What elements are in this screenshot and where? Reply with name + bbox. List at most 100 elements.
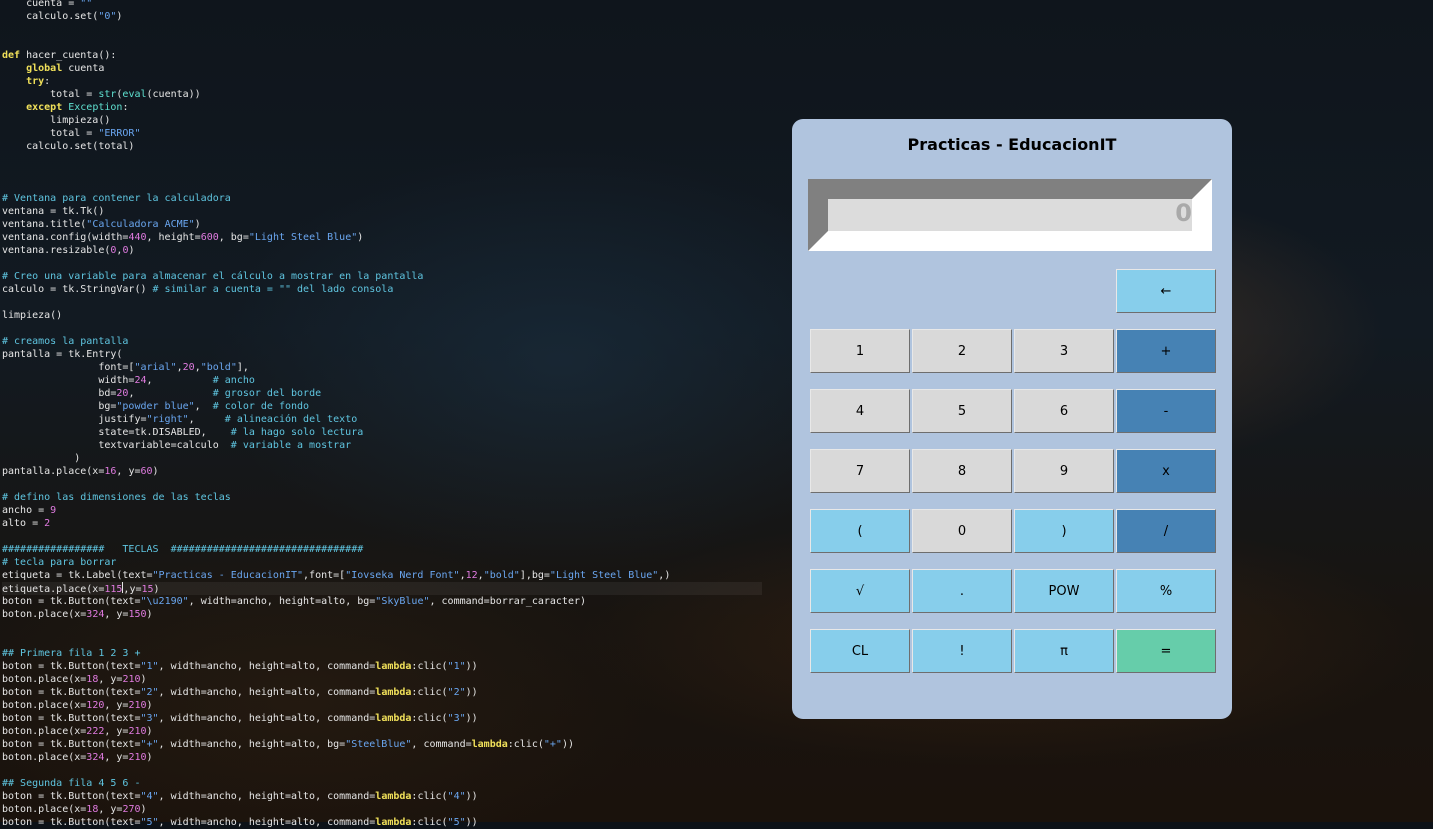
code-token: 210 — [122, 674, 141, 685]
code-token: lambda — [375, 791, 412, 802]
key-7-button[interactable]: 7 — [810, 449, 910, 493]
code-token: ], — [236, 362, 249, 373]
key-clear-button[interactable]: CL — [810, 629, 910, 673]
code-token: "arial" — [134, 362, 177, 373]
code-token: 210 — [128, 700, 147, 711]
key-6-button[interactable]: 6 — [1014, 389, 1114, 433]
calculator-title: Practicas - EducacionIT — [907, 135, 1117, 154]
code-token: 20 — [182, 362, 195, 373]
key-close-paren-button[interactable]: ) — [1014, 509, 1114, 553]
code-line: font=["arial",20,"bold"], — [2, 361, 249, 374]
code-token: ## Segunda fila 4 5 6 - — [2, 778, 141, 789]
key-divide-button[interactable]: / — [1116, 509, 1216, 553]
code-token: 2 — [44, 518, 51, 529]
code-token: state=tk.DISABLED, — [2, 427, 231, 438]
code-token: , width=ancho, height=alto, command= — [158, 791, 376, 802]
code-token: , width=ancho, height=alto, bg= — [188, 596, 376, 607]
key-pi-button[interactable]: π — [1014, 629, 1114, 673]
code-token: cuenta — [62, 63, 105, 74]
code-token: 16 — [104, 466, 117, 477]
code-token: ) — [140, 804, 147, 815]
code-token: "+" — [140, 739, 159, 750]
code-token: , — [128, 388, 213, 399]
key-pow-button[interactable]: POW — [1014, 569, 1114, 613]
code-token: "" — [80, 0, 93, 9]
code-token: )) — [465, 661, 478, 672]
code-token: , width=ancho, height=alto, command= — [158, 713, 376, 724]
code-token: ) — [153, 584, 160, 595]
code-token: eval — [122, 89, 147, 100]
code-token: # Creo una variable para almacenar el cá… — [2, 271, 424, 282]
code-token: 12 — [465, 570, 478, 581]
key-9-button[interactable]: 9 — [1014, 449, 1114, 493]
code-token: ,y= — [123, 584, 142, 595]
code-token: 210 — [128, 726, 147, 737]
code-token: "2" — [447, 687, 466, 698]
code-line: boton = tk.Button(text="\u2190", width=a… — [2, 595, 586, 608]
code-token: 440 — [128, 232, 147, 243]
code-line: calculo.set(total) — [2, 140, 134, 153]
code-token: "Light Steel Blue" — [549, 570, 659, 581]
code-token: ],bg= — [519, 570, 550, 581]
key-4-button[interactable]: 4 — [810, 389, 910, 433]
code-token: ) — [140, 674, 147, 685]
code-line: boton = tk.Button(text="+", width=ancho,… — [2, 738, 574, 751]
code-token: , command=borrar_caracter) — [429, 596, 587, 607]
code-token: boton.place(x= — [2, 804, 87, 815]
key-plus-button[interactable]: + — [1116, 329, 1216, 373]
key-multiply-button[interactable]: x — [1116, 449, 1216, 493]
code-token: ventana = tk.Tk() — [2, 206, 105, 217]
key-open-paren-button[interactable]: ( — [810, 509, 910, 553]
code-token: "2" — [140, 687, 159, 698]
key-factorial-button[interactable]: ! — [912, 629, 1012, 673]
code-token: ################# TECLAS ###############… — [2, 544, 364, 555]
code-token: , y= — [116, 466, 141, 477]
key-2-button[interactable]: 2 — [912, 329, 1012, 373]
key-equals-button[interactable]: = — [1116, 629, 1216, 673]
code-token: "powder blue" — [116, 401, 195, 412]
code-token: :clic( — [411, 713, 448, 724]
code-token: "5" — [447, 817, 466, 828]
code-token: pantalla.place(x= — [2, 466, 105, 477]
code-token: , y= — [104, 700, 129, 711]
code-line: boton.place(x=222, y=210) — [2, 725, 153, 738]
code-token: , width=ancho, height=alto, command= — [158, 687, 376, 698]
code-line: ## Primera fila 1 2 3 + — [2, 647, 140, 660]
code-line: cuenta = "" — [2, 0, 92, 10]
code-token: alto = — [2, 518, 45, 529]
key-sqrt-button[interactable]: √ — [810, 569, 910, 613]
code-token: lambda — [471, 739, 508, 750]
code-token: , width=ancho, height=alto, bg= — [158, 739, 346, 750]
code-line: boton = tk.Button(text="5", width=ancho,… — [2, 816, 478, 829]
code-token: "5" — [140, 817, 159, 828]
code-token: 210 — [128, 752, 147, 763]
code-token: boton = tk.Button(text= — [2, 687, 141, 698]
key-percent-button[interactable]: % — [1116, 569, 1216, 613]
code-token: 600 — [200, 232, 219, 243]
key-8-button[interactable]: 8 — [912, 449, 1012, 493]
code-token: lambda — [375, 713, 412, 724]
code-token: )) — [561, 739, 574, 750]
code-token: boton = tk.Button(text= — [2, 791, 141, 802]
key-0-button[interactable]: 0 — [912, 509, 1012, 553]
code-token: 60 — [140, 466, 153, 477]
key-1-button[interactable]: 1 — [810, 329, 910, 373]
code-token: :clic( — [507, 739, 544, 750]
key-3-button[interactable]: 3 — [1014, 329, 1114, 373]
code-token: ) — [146, 726, 153, 737]
code-token: "1" — [140, 661, 159, 672]
code-line: ## Segunda fila 4 5 6 - — [2, 777, 140, 790]
code-token: font=[ — [2, 362, 135, 373]
key-backspace-button[interactable]: ← — [1116, 269, 1216, 313]
key-5-button[interactable]: 5 — [912, 389, 1012, 433]
code-token: global — [26, 63, 63, 74]
code-editor[interactable]: cuenta = "" calculo.set("0") def hacer_cu… — [0, 0, 780, 828]
code-line: limpieza() — [2, 114, 110, 127]
code-line: boton.place(x=324, y=150) — [2, 608, 153, 621]
key-decimal-button[interactable]: . — [912, 569, 1012, 613]
code-token: "4" — [447, 791, 466, 802]
code-token: 18 — [86, 804, 99, 815]
code-token: # grosor del borde — [212, 388, 322, 399]
key-minus-button[interactable]: - — [1116, 389, 1216, 433]
